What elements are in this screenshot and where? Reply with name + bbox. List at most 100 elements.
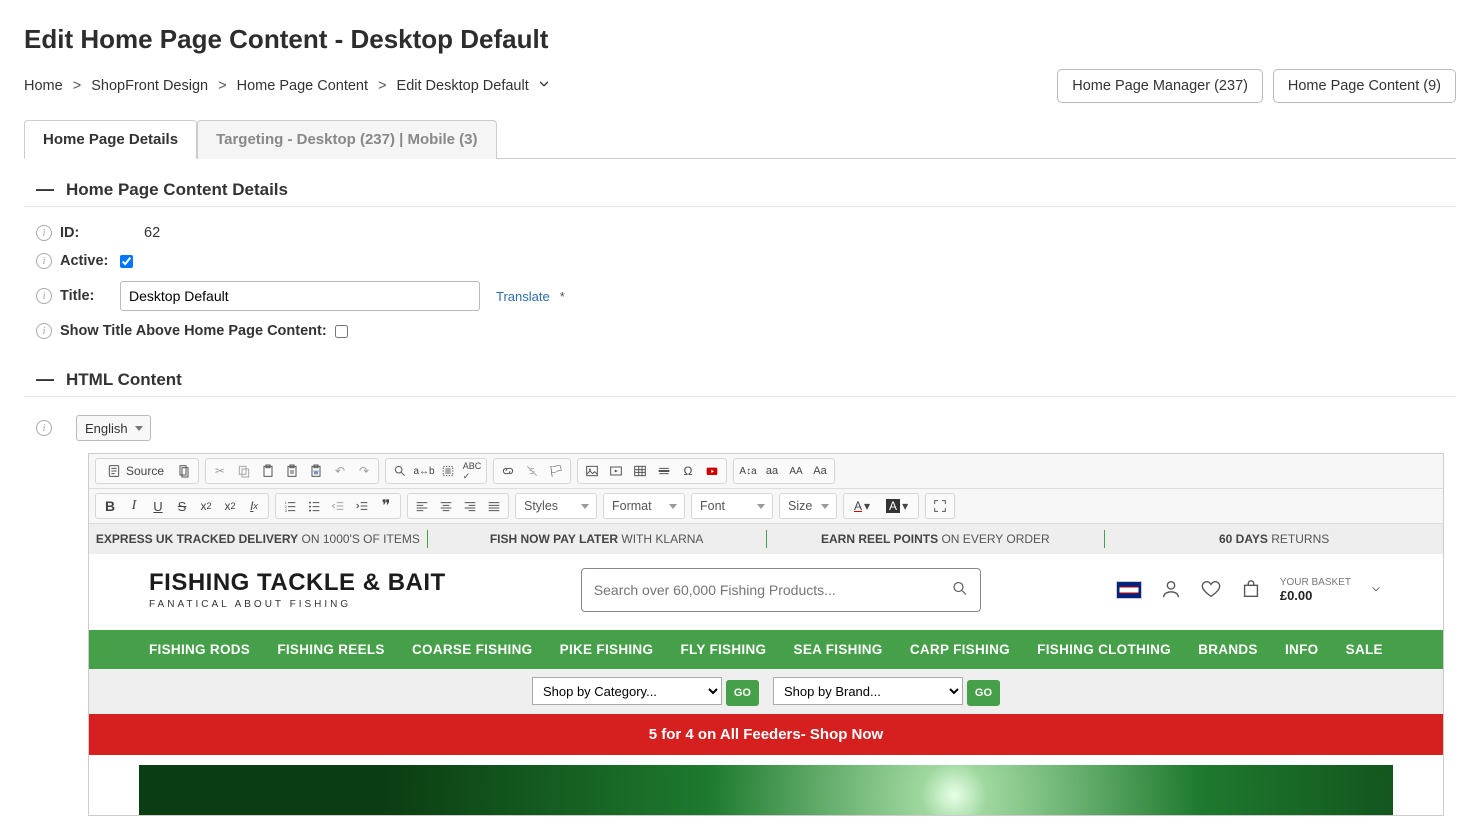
language-select[interactable]: English: [76, 415, 151, 441]
spellcheck-icon[interactable]: ABC✓: [462, 461, 482, 481]
specialchar-icon[interactable]: Ω: [678, 461, 698, 481]
home-page-content-button[interactable]: Home Page Content (9): [1273, 69, 1456, 103]
editor-content[interactable]: EXPRESS UK TRACKED DELIVERY ON 1000'S OF…: [89, 524, 1443, 815]
youtube-icon[interactable]: [702, 461, 722, 481]
remove-format-icon[interactable]: Ix: [244, 496, 264, 516]
crumb-hpcontent[interactable]: Home Page Content: [237, 78, 368, 94]
basket-icon[interactable]: [1240, 578, 1262, 603]
unlink-icon[interactable]: [522, 461, 542, 481]
crumb-home[interactable]: Home: [24, 78, 63, 94]
nav-item[interactable]: FISHING REELS: [277, 642, 384, 657]
tab-details[interactable]: Home Page Details: [24, 120, 197, 159]
title-input[interactable]: [120, 281, 480, 311]
crumb-shopfront[interactable]: ShopFront Design: [91, 78, 208, 94]
redo-icon[interactable]: ↷: [354, 461, 374, 481]
superscript-icon[interactable]: x2: [220, 496, 240, 516]
paste-icon[interactable]: [258, 461, 278, 481]
copy-icon[interactable]: [234, 461, 254, 481]
find-icon[interactable]: [390, 461, 410, 481]
font-select[interactable]: Font: [691, 493, 773, 519]
collapse-icon[interactable]: —: [36, 369, 52, 390]
nav-item[interactable]: FISHING CLOTHING: [1037, 642, 1171, 657]
nav-item[interactable]: BRANDS: [1198, 642, 1258, 657]
undo-icon[interactable]: ↶: [330, 461, 350, 481]
nav-item[interactable]: PIKE FISHING: [560, 642, 654, 657]
replace-icon[interactable]: a↔b: [414, 461, 434, 481]
bold-icon[interactable]: B: [100, 496, 120, 516]
info-icon[interactable]: i: [36, 225, 52, 241]
home-page-manager-button[interactable]: Home Page Manager (237): [1057, 69, 1263, 103]
chevron-down-icon[interactable]: [1369, 582, 1383, 599]
align-right-icon[interactable]: [460, 496, 480, 516]
tabs: Home Page Details Targeting - Desktop (2…: [24, 119, 1456, 159]
paste-text-icon[interactable]: [282, 461, 302, 481]
nav-item[interactable]: CARP FISHING: [910, 642, 1010, 657]
subscript-icon[interactable]: x2: [196, 496, 216, 516]
info-icon[interactable]: i: [36, 323, 52, 339]
collapse-icon[interactable]: —: [36, 179, 52, 200]
nav-item[interactable]: SEA FISHING: [794, 642, 883, 657]
account-icon[interactable]: [1160, 578, 1182, 603]
format-select[interactable]: Format: [603, 493, 685, 519]
align-center-icon[interactable]: [436, 496, 456, 516]
crumb-current[interactable]: Edit Desktop Default: [397, 78, 529, 94]
ol-icon[interactable]: 123: [280, 496, 300, 516]
active-checkbox[interactable]: [120, 255, 133, 268]
source-button[interactable]: Source: [100, 461, 170, 481]
maximize-icon[interactable]: [930, 496, 950, 516]
svg-text:3: 3: [285, 508, 288, 513]
link-icon[interactable]: [498, 461, 518, 481]
lowercase-icon[interactable]: aa: [762, 461, 782, 481]
go-button[interactable]: GO: [726, 680, 759, 706]
blockquote-icon[interactable]: ❞: [376, 496, 396, 516]
underline-icon[interactable]: U: [148, 496, 168, 516]
ul-icon[interactable]: [304, 496, 324, 516]
align-justify-icon[interactable]: [484, 496, 504, 516]
translate-link[interactable]: Translate: [496, 289, 550, 304]
text-color-icon[interactable]: A▾: [848, 496, 876, 516]
info-icon[interactable]: i: [36, 420, 52, 436]
flag-icon[interactable]: [1116, 581, 1142, 599]
basket-summary[interactable]: YOUR BASKET £0.00: [1280, 578, 1351, 603]
case-change-icon[interactable]: A↕a: [738, 461, 758, 481]
titlecase-icon[interactable]: Aa: [810, 461, 830, 481]
table-icon[interactable]: [630, 461, 650, 481]
search-icon[interactable]: [951, 580, 969, 601]
info-icon[interactable]: i: [36, 253, 52, 269]
hr-icon[interactable]: [654, 461, 674, 481]
show-title-label: Show Title Above Home Page Content:: [60, 323, 327, 339]
show-title-checkbox[interactable]: [335, 325, 348, 338]
uppercase-icon[interactable]: AA: [786, 461, 806, 481]
cut-icon[interactable]: ✂: [210, 461, 230, 481]
site-search-input[interactable]: [581, 568, 981, 612]
nav-item[interactable]: COARSE FISHING: [412, 642, 532, 657]
image-icon[interactable]: [582, 461, 602, 481]
selectall-icon[interactable]: [438, 461, 458, 481]
anchor-icon[interactable]: 🏳: [546, 461, 566, 481]
go-button[interactable]: GO: [967, 680, 1000, 706]
brand-select[interactable]: Shop by Brand...: [773, 677, 963, 705]
paste-word-icon[interactable]: W: [306, 461, 326, 481]
outdent-icon[interactable]: [328, 496, 348, 516]
styles-select[interactable]: Styles: [515, 493, 597, 519]
category-select[interactable]: Shop by Category...: [532, 677, 722, 705]
size-select[interactable]: Size: [779, 493, 837, 519]
bg-color-icon[interactable]: A▾: [880, 496, 914, 516]
section-details-title: Home Page Content Details: [66, 180, 288, 200]
embed-icon[interactable]: [606, 461, 626, 481]
align-left-icon[interactable]: [412, 496, 432, 516]
required-asterisk: *: [560, 289, 565, 304]
nav-item-sale[interactable]: SALE: [1346, 642, 1383, 657]
promo-banner[interactable]: 5 for 4 on All Feeders- Shop Now: [89, 714, 1443, 755]
info-icon[interactable]: i: [36, 288, 52, 304]
tab-targeting[interactable]: Targeting - Desktop (237) | Mobile (3): [197, 120, 496, 159]
nav-item[interactable]: INFO: [1285, 642, 1318, 657]
wishlist-icon[interactable]: [1200, 578, 1222, 603]
nav-item[interactable]: FLY FISHING: [681, 642, 767, 657]
chevron-down-icon[interactable]: [537, 77, 551, 95]
italic-icon[interactable]: I: [124, 496, 144, 516]
nav-item[interactable]: FISHING RODS: [149, 642, 250, 657]
strike-icon[interactable]: S: [172, 496, 192, 516]
indent-icon[interactable]: [352, 496, 372, 516]
newpage-icon[interactable]: [174, 461, 194, 481]
